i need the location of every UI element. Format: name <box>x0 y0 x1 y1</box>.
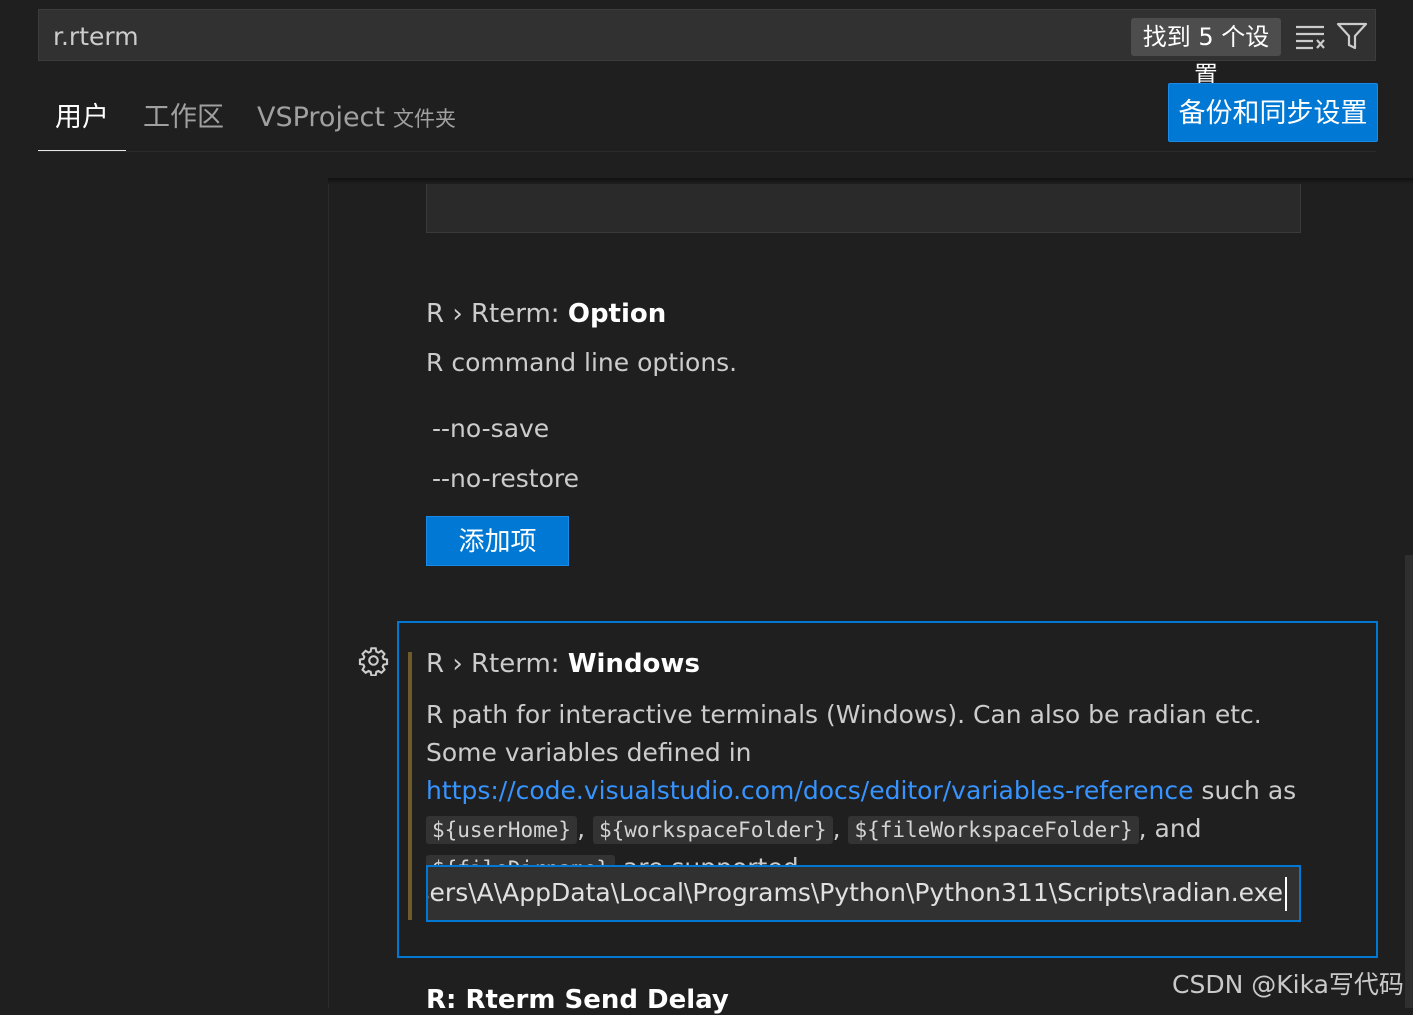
setting-prefix: R › Rterm: <box>426 299 568 329</box>
modified-indicator <box>408 652 412 920</box>
separator: , <box>832 814 849 843</box>
separator: , and <box>1138 814 1202 843</box>
result-count-badge: 找到 5 个设置 <box>1131 18 1281 89</box>
tabs-divider <box>38 151 1376 152</box>
settings-search-box[interactable]: 找到 5 个设置 <box>38 9 1376 89</box>
tab-folder-suffix: 文件夹 <box>393 107 456 131</box>
scrollbar[interactable] <box>1405 555 1413 1008</box>
setting-title-option: R › Rterm: Option <box>426 299 666 329</box>
setting-title-windows: R › Rterm: Windows <box>426 649 700 679</box>
add-item-button[interactable]: 添加项 <box>426 516 569 566</box>
setting-description-option: R command line options. <box>426 348 738 377</box>
code-workspace-folder: ${workspaceFolder} <box>592 816 833 844</box>
text-caret <box>1285 877 1287 911</box>
rterm-windows-path-input[interactable]: Jsers\A\AppData\Local\Programs\Python\Py… <box>426 865 1301 922</box>
tab-workspace-label: 工作区 <box>143 102 224 133</box>
description-text: R path for interactive terminals (Window… <box>426 700 1262 767</box>
code-file-workspace-folder: ${fileWorkspaceFolder} <box>848 816 1139 844</box>
tab-workspace[interactable]: 工作区 <box>143 90 224 150</box>
list-item[interactable]: --no-save <box>432 414 549 443</box>
path-input-value: Jsers\A\AppData\Local\Programs\Python\Py… <box>426 878 1283 907</box>
variables-reference-link[interactable]: https://code.visualstudio.com/docs/edito… <box>426 776 1193 805</box>
code-user-home: ${userHome} <box>426 816 578 844</box>
search-input[interactable] <box>53 20 1113 52</box>
previous-setting-field[interactable] <box>426 183 1301 233</box>
setting-description-windows: R path for interactive terminals (Window… <box>426 696 1316 888</box>
setting-prefix: R › Rterm: <box>426 649 568 679</box>
separator: , <box>577 814 593 843</box>
description-text: such as <box>1193 776 1297 805</box>
backup-sync-button[interactable]: 备份和同步设置 <box>1168 83 1378 142</box>
toc-divider <box>328 180 329 1008</box>
tab-folder-label: VSProject <box>257 102 385 133</box>
filter-icon[interactable] <box>1335 21 1369 51</box>
setting-name: Option <box>567 299 667 329</box>
setting-name: Windows <box>567 649 700 679</box>
header-shadow <box>328 178 1413 184</box>
setting-title-send-delay: R: Rterm Send Delay <box>426 985 729 1015</box>
watermark: CSDN @Kika写代码 <box>1172 970 1404 999</box>
tab-folder[interactable]: VSProject 文件夹 <box>257 90 456 150</box>
tab-user-label: 用户 <box>55 102 109 133</box>
gear-icon[interactable] <box>358 645 389 677</box>
tab-user[interactable]: 用户 <box>38 90 126 152</box>
list-item[interactable]: --no-restore <box>432 464 579 493</box>
clear-filter-icon[interactable] <box>1293 21 1327 51</box>
